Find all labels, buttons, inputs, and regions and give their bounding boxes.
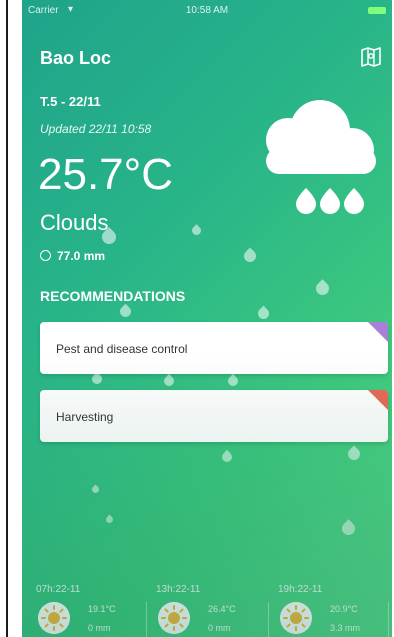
map-icon[interactable]	[360, 46, 382, 68]
rain-gauge-icon	[40, 250, 51, 261]
forecast-divider	[388, 602, 389, 637]
raindrop-icon	[255, 305, 272, 322]
raindrop-icon	[90, 484, 101, 495]
updated-time: Updated 22/11 10:58	[40, 122, 152, 136]
forecast-item[interactable]: 13h:22-11 26.4°C 0 mm	[156, 580, 276, 637]
forecast-time: 07h:22-11	[36, 584, 81, 595]
raindrop-icon	[313, 279, 332, 298]
recommendation-label: Pest and disease control	[56, 342, 188, 356]
raindrop-icon	[345, 445, 363, 463]
status-time: 10:58 AM	[185, 5, 229, 16]
recommendation-label: Harvesting	[56, 410, 114, 424]
hourly-forecast: 07h:22-11 19.1°C 0 mm 13h:22-11 26.4°C 0…	[22, 580, 392, 637]
forecast-temperature: 26.4°C	[208, 604, 236, 614]
forecast-item[interactable]: 19h:22-11 20.9°C 3.3 mm	[278, 580, 392, 637]
forecast-temperature: 19.1°C	[88, 604, 116, 614]
weather-condition: Clouds	[40, 210, 109, 235]
rainfall-amount: 77.0 mm	[40, 249, 105, 263]
raindrop-icon	[219, 449, 235, 465]
recommendation-card-harvesting[interactable]: Harvesting	[40, 390, 388, 442]
status-bar: Carrier ▾ 10:58 AM	[22, 0, 392, 22]
raindrop-icon	[241, 247, 259, 265]
recommendation-card-pest-control[interactable]: Pest and disease control	[40, 322, 388, 374]
forecast-divider	[146, 602, 147, 637]
raindrop-icon	[190, 224, 203, 237]
forecast-time: 13h:22-11	[156, 584, 201, 595]
city-name: Bao Loc	[40, 48, 112, 68]
forecast-item[interactable]: 07h:22-11 19.1°C 0 mm	[36, 580, 156, 637]
forecast-rain: 0 mm	[208, 623, 231, 633]
raindrop-icon	[89, 371, 105, 387]
forecast-rain: 3.3 mm	[330, 623, 361, 633]
sun-icon	[38, 602, 70, 634]
rain-cloud-icon	[266, 100, 376, 214]
forecast-rain: 0 mm	[88, 623, 111, 633]
device-frame: Carrier ▾ 10:58 AM Bao Loc T.5 - 22/11 U…	[0, 0, 394, 637]
forecast-temperature: 20.9°C	[330, 604, 358, 614]
category-corner-marker	[368, 390, 388, 410]
category-corner-marker	[368, 322, 388, 342]
forecast-time: 19h:22-11	[278, 584, 323, 595]
frame-edge	[6, 0, 8, 637]
forecast-divider	[268, 602, 269, 637]
raindrop-icon	[161, 373, 177, 389]
weather-screen: Carrier ▾ 10:58 AM Bao Loc T.5 - 22/11 U…	[22, 0, 392, 637]
sun-icon	[280, 602, 312, 634]
current-date: T.5 - 22/11	[40, 94, 101, 109]
battery-icon	[368, 7, 386, 14]
raindrop-icon	[117, 303, 134, 320]
recommendations-title: RECOMMENDATIONS	[40, 288, 186, 304]
raindrop-icon	[225, 373, 241, 389]
current-temperature: 25.7°C	[38, 150, 174, 199]
raindrop-icon	[104, 514, 115, 525]
raindrop-icon	[339, 519, 358, 538]
sun-icon	[158, 602, 190, 634]
rainfall-value: 77.0 mm	[57, 249, 106, 263]
